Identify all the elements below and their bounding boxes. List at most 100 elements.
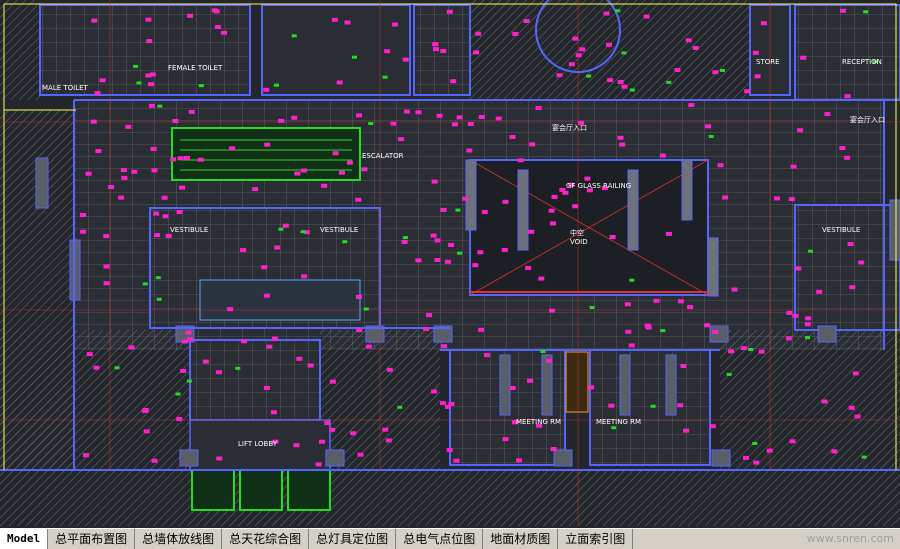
fixture-marker [350,431,357,436]
fixture-marker [80,229,87,234]
fixture-marker [344,20,351,25]
tab-layout-3[interactable]: 总天花综合图 [222,529,310,549]
fixture-marker [559,187,566,192]
outlet-marker [235,366,241,370]
fixture-marker [324,421,331,425]
fixture-marker [792,313,799,318]
fixture-marker [436,113,443,118]
fixture-marker [512,31,519,36]
outlet-marker [291,34,297,38]
fixture-marker [95,149,102,153]
fixture-marker [546,358,553,363]
label-male-toilet: MALE TOILET [42,84,89,92]
tab-layout-4[interactable]: 总灯具定位图 [309,529,397,549]
fixture-marker [300,168,307,173]
fixture-marker [177,156,184,161]
outlet-marker [382,75,388,79]
tab-layout-1[interactable]: 总平面布置图 [48,529,136,549]
fixture-marker [704,323,711,328]
fixture-marker [384,49,391,54]
fixture-marker [176,210,183,215]
fixture-marker [753,460,760,465]
room-meeting-right [589,349,711,466]
outlet-marker [136,81,142,85]
fixture-marker [266,344,273,349]
fixture-marker [549,308,556,313]
fixture-marker [795,266,802,271]
fixture-marker [432,42,439,47]
fixture-marker [365,344,372,349]
fixture-marker [712,70,719,75]
fixture-marker [475,31,482,36]
fixture-marker [683,428,690,433]
fixture-marker [509,386,516,390]
fixture-marker [728,349,734,354]
fixture-marker [282,223,289,228]
outlet-marker [805,336,810,340]
room-female-toilet [39,4,251,96]
fixture-marker [653,298,660,303]
fixture-marker [197,157,204,162]
drawing-viewport[interactable]: FEMALE TOILET MALE TOILET STORE RECEPTIO… [0,0,900,528]
fixture-marker [356,113,362,118]
fixture-marker [357,452,364,457]
label-vestibule-right: VESTIBULE [822,226,860,234]
fixture-marker [847,242,854,247]
outlet-marker [342,240,348,244]
tab-layout-2[interactable]: 总墙体放线图 [135,529,223,549]
fixture-marker [451,122,458,127]
tab-layout-7[interactable]: 立面索引图 [558,529,634,549]
fixture-marker [229,146,236,151]
fixture-marker [188,109,195,114]
tab-layout-5[interactable]: 总电气点位图 [396,529,484,549]
outlet-marker [114,366,120,370]
floor-plan-drawing[interactable]: FEMALE TOILET MALE TOILET STORE RECEPTIO… [0,0,900,528]
fixture-marker [355,197,362,202]
fixture-marker [154,233,161,238]
fixture-marker [687,305,694,309]
fixture-marker [120,168,127,173]
fixture-marker [606,42,612,47]
outlet-marker [363,307,369,311]
fixture-marker [453,458,460,463]
label-void-en: VOID [570,238,588,246]
fixture-marker [108,185,115,189]
fixture-marker [440,49,447,53]
watermark: www.snren.com [806,532,894,545]
hatch-right-bottom [720,330,900,470]
fixture-marker [148,82,154,87]
fixture-marker [162,214,169,219]
fixture-marker [550,447,557,451]
hatch-top-left [0,0,40,100]
fixture-marker [86,352,93,357]
outlet-marker [621,51,627,55]
layout-tab-bar: Model 总平面布置图 总墙体放线图 总天花综合图 总灯具定位图 总电气点位图 地面材质图… [0,528,900,549]
fixture-marker [643,14,650,19]
outlet-marker [611,426,617,430]
fixture-marker [118,195,125,200]
outlet-marker [352,55,357,59]
tab-model[interactable]: Model [0,529,49,549]
fixture-marker [398,137,405,142]
fixture-marker [240,248,247,253]
fixture-marker [151,168,158,173]
tab-layout-6[interactable]: 地面材质图 [483,529,559,549]
outlet-marker [142,282,148,286]
outlet-marker [274,83,279,87]
fixture-marker [548,208,555,213]
fixture-marker [840,8,846,13]
fixture-marker [423,326,430,331]
fixture-marker [202,359,209,364]
fixture-marker [804,322,811,327]
fixture-marker [478,327,485,332]
fixture-marker [151,458,158,463]
outlet-marker [278,227,284,231]
fixture-marker [356,294,362,299]
fixture-marker [705,124,712,129]
fixture-marker [445,259,451,264]
fixture-marker [83,453,89,458]
fixture-marker [131,169,138,174]
fixture-marker [501,247,508,252]
fixture-marker [176,417,183,421]
fixture-marker [572,36,579,41]
